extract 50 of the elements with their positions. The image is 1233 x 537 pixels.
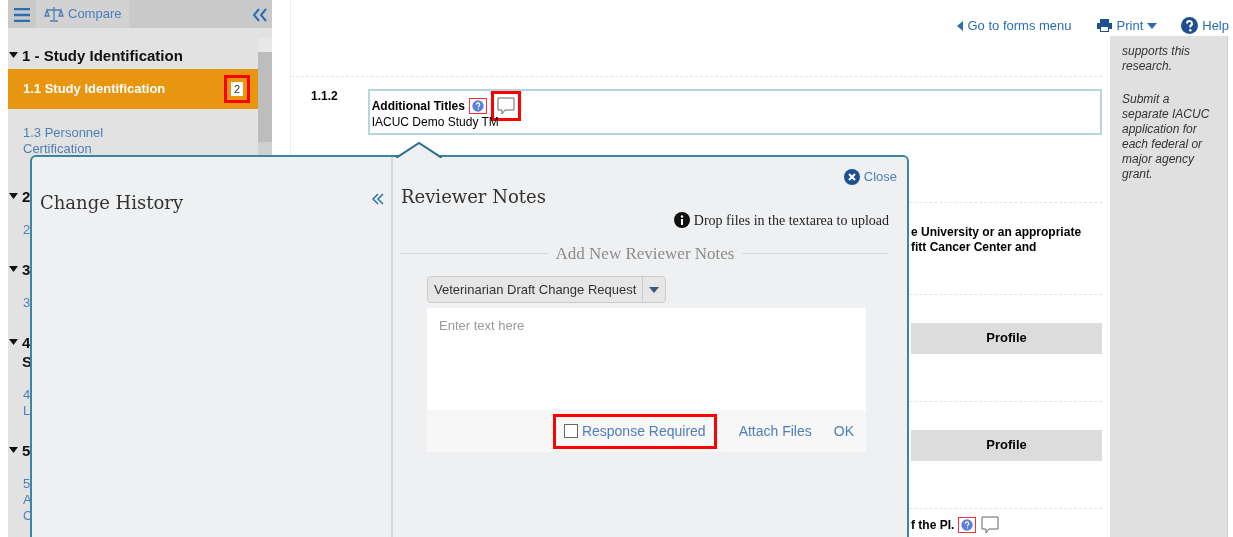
- close-button[interactable]: Close: [843, 167, 897, 187]
- caret-icon[interactable]: [9, 192, 18, 200]
- note-text-area[interactable]: Enter text here: [427, 308, 866, 410]
- close-icon: [843, 168, 860, 185]
- field-value: IACUC Demo Study TM: [371, 113, 500, 131]
- back-link[interactable]: Go to forms menu: [957, 16, 1072, 36]
- section-header: Profile: [911, 322, 1102, 354]
- caret-icon[interactable]: [9, 446, 18, 454]
- section-title[interactable]: 3: [22, 260, 32, 279]
- collapse-icon[interactable]: [372, 193, 384, 205]
- section-title[interactable]: 1 - Study Identification: [22, 46, 183, 65]
- section-header: Profile: [911, 429, 1102, 461]
- collapse-icon[interactable]: [252, 8, 268, 22]
- section-legend: Add New Reviewer Notes: [555, 240, 735, 266]
- menu-icon[interactable]: [14, 8, 30, 22]
- nav-item[interactable]: 1.1 Study Identification 2: [8, 69, 258, 109]
- info-icon: [673, 212, 690, 228]
- help-icon[interactable]: [958, 516, 977, 533]
- caret-down-icon: [649, 286, 660, 293]
- panel-title: Change History: [40, 191, 184, 215]
- question-text: e University or an appropriate: [911, 224, 1083, 240]
- answer-field[interactable]: Additional Titles IACUC Demo Study TM: [367, 88, 1102, 135]
- response-required-checkbox[interactable]: Response Required: [563, 420, 706, 442]
- caret-down-icon: [1147, 22, 1158, 29]
- help-text: Submit a separate IACUC application for each federal or major agency grant.: [1122, 91, 1211, 182]
- action-link[interactable]: OK: [833, 420, 854, 442]
- section-title[interactable]: 2: [22, 187, 32, 206]
- caret-icon[interactable]: [9, 265, 18, 273]
- comment-icon[interactable]: [980, 514, 1001, 535]
- checkbox[interactable]: [563, 424, 578, 438]
- help-icon[interactable]: [468, 97, 487, 114]
- panel-title: Reviewer Notes: [401, 184, 547, 209]
- scale-icon: [44, 6, 64, 22]
- note-count-badge[interactable]: 2: [230, 82, 243, 96]
- caret-icon[interactable]: [9, 338, 18, 346]
- help-icon: [1181, 17, 1199, 35]
- caret-icon[interactable]: [9, 51, 18, 59]
- upload-hint: Drop files in the textarea to upload: [693, 211, 889, 230]
- section-title[interactable]: 5: [22, 441, 32, 460]
- caret-left-icon: [957, 20, 964, 31]
- help-link[interactable]: Help: [1181, 16, 1229, 36]
- help-text: supports this research.: [1122, 43, 1192, 74]
- question-label: Additional Titles: [371, 97, 465, 115]
- question-number: 1.1.2: [311, 87, 338, 105]
- note-type-dropdown[interactable]: Veterinarian Draft Change Request: [427, 276, 667, 303]
- question-text: fitt Cancer Center and: [911, 239, 1038, 255]
- print-menu[interactable]: Print: [1095, 16, 1158, 36]
- action-link[interactable]: Attach Files: [738, 420, 812, 442]
- question-text: f the PI.: [911, 516, 955, 534]
- printer-icon: [1095, 18, 1113, 34]
